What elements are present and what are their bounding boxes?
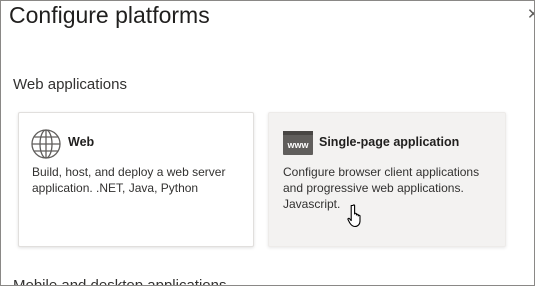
card-title-spa: Single-page application [319,135,460,149]
section-heading-web-applications: Web applications [13,76,127,93]
www-browser-icon: www [283,131,313,160]
card-description-web: Build, host, and deploy a web server app… [32,165,226,195]
platform-card-single-page-application[interactable]: www Single-page application Configure br… [268,112,506,247]
platform-card-web[interactable]: Web Build, host, and deploy a web server… [18,112,254,247]
www-icon-text: www [286,140,309,150]
panel-title: Configure platforms [9,2,210,28]
close-icon[interactable]: ✕ [527,5,534,25]
configure-platforms-panel: Configure platforms ✕ Web applications W… [0,0,535,286]
card-title-web: Web [68,135,95,149]
section-heading-mobile-desktop: Mobile and desktop applications [13,277,227,286]
hand-pointer-cursor-icon [347,204,367,233]
card-description-spa: Configure browser client applications an… [283,165,480,211]
globe-icon [30,128,62,165]
